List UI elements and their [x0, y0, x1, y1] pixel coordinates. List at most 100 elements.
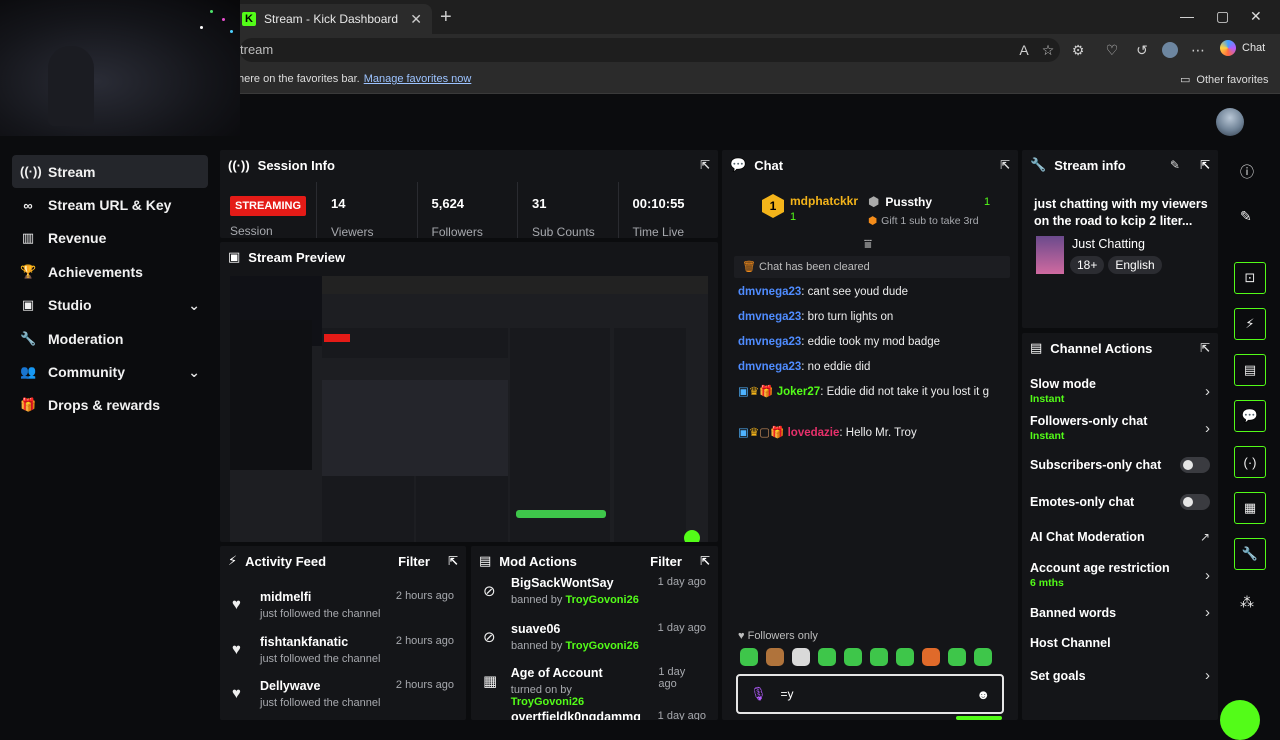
badge-icons: ▣ — [738, 427, 749, 439]
history-icon[interactable]: ↺ — [1134, 42, 1150, 58]
panel-title: Activity Feed — [245, 553, 327, 569]
read-aloud-icon[interactable]: A — [1016, 42, 1032, 58]
expand-leaderboard-icon[interactable]: ⩸ — [864, 236, 872, 252]
popout-icon[interactable]: ⇱ — [1200, 341, 1210, 355]
gift-icon: 🎁 — [20, 397, 37, 413]
edit-icon[interactable]: ✎ — [1170, 158, 1180, 172]
chevron-right-icon: › — [1205, 604, 1210, 621]
favorites-message: here on the favorites bar. Manage favorit… — [238, 73, 472, 85]
set-goals-setting[interactable]: Set goals › — [1030, 667, 1210, 684]
favorite-star-icon[interactable]: ☆ — [1040, 42, 1056, 58]
emoji-icon[interactable]: ☻ — [976, 687, 990, 702]
emote-icon[interactable] — [922, 648, 940, 666]
external-link-icon: ↗ — [1199, 530, 1210, 544]
filter-button[interactable]: Filter — [650, 554, 682, 569]
list-item: ▦ Age of Account turned on by TroyGovoni26… — [483, 666, 686, 708]
wrench-icon[interactable]: 🔧 — [1234, 538, 1266, 570]
panel-title: Stream Preview — [248, 249, 346, 265]
popout-icon[interactable]: ⇱ — [1200, 158, 1210, 172]
new-tab-button[interactable]: + — [440, 6, 452, 29]
chat-bubble-icon[interactable]: 💬 — [1234, 400, 1266, 432]
emote-bar — [740, 648, 992, 666]
status-badge: STREAMING — [230, 196, 306, 216]
chat-message: dmvnega23: no eddie did — [738, 361, 871, 373]
emotes-only-toggle[interactable] — [1180, 494, 1210, 510]
send-button[interactable] — [956, 716, 1002, 720]
account-age-setting[interactable]: Account age restriction 6 mths › — [1030, 561, 1210, 589]
chat-input-value[interactable]: =y — [781, 687, 794, 701]
panel-title: Channel Actions — [1050, 340, 1153, 356]
popout-icon[interactable]: ⇱ — [1000, 158, 1010, 172]
browser-tab[interactable]: K Stream - Kick Dashboard ✕ — [232, 4, 432, 34]
stream-preview-video[interactable] — [230, 276, 708, 542]
emote-icon[interactable] — [792, 648, 810, 666]
chevron-right-icon: › — [1205, 419, 1210, 437]
popout-icon[interactable]: ⇱ — [448, 554, 458, 568]
floating-action-button[interactable] — [1220, 700, 1260, 740]
sidebar-item-revenue[interactable]: ▥ Revenue — [12, 222, 208, 255]
sidebar-item-studio[interactable]: ▣ Studio ⌄ — [12, 289, 208, 322]
emote-icon[interactable] — [740, 648, 758, 666]
rank-2-icon: ⬢ — [868, 194, 880, 209]
slow-mode-setting[interactable]: Slow mode Instant › — [1030, 377, 1210, 405]
popout-icon[interactable]: ⇱ — [700, 554, 710, 568]
user-avatar[interactable] — [1216, 108, 1244, 136]
emote-icon[interactable] — [766, 648, 784, 666]
notes-icon[interactable]: ▤ — [1234, 354, 1266, 386]
subscribers-only-setting: Subscribers-only chat — [1030, 457, 1210, 473]
followers-only-setting[interactable]: Followers-only chat Instant › — [1030, 414, 1210, 442]
emote-icon[interactable] — [948, 648, 966, 666]
close-window-icon[interactable]: ✕ — [1250, 8, 1262, 25]
clipboard-icon: ▤ — [479, 553, 492, 568]
close-tab-icon[interactable]: ✕ — [410, 11, 422, 28]
emote-icon[interactable] — [818, 648, 836, 666]
subscribers-only-toggle[interactable] — [1180, 457, 1210, 473]
sidebar-item-community[interactable]: 👥 Community ⌄ — [12, 355, 208, 388]
sidebar-item-drops-rewards[interactable]: 🎁 Drops & rewards — [12, 389, 208, 422]
minimize-icon[interactable]: — — [1180, 8, 1194, 24]
community-icon[interactable]: ⁂ — [1240, 594, 1254, 611]
url-field[interactable]: tream — [240, 38, 1060, 62]
tab-title: Stream - Kick Dashboard — [264, 12, 399, 26]
chat-input[interactable]: 🎙 =y ☻ — [736, 674, 1004, 714]
maximize-icon[interactable]: ▢ — [1216, 8, 1229, 25]
emote-icon[interactable] — [844, 648, 862, 666]
list-item: ⊘overtfieldk0nqdammg1 day ago — [471, 710, 718, 720]
more-menu-icon[interactable]: ⋯ — [1190, 42, 1206, 58]
copilot-chat-button[interactable]: Chat — [1220, 40, 1265, 56]
emote-icon[interactable] — [870, 648, 888, 666]
capture-icon[interactable]: ⊡ — [1234, 262, 1266, 294]
other-favorites-button[interactable]: ▭ Other favorites — [1180, 73, 1269, 87]
sidebar-item-stream-url-key[interactable]: ∞ Stream URL & Key — [12, 188, 208, 221]
emote-icon[interactable] — [896, 648, 914, 666]
manage-favorites-link[interactable]: Manage favorites now — [364, 73, 472, 85]
mod-actions-panel: ▤ Mod Actions Filter ⇱ ⊘ BigSackWontSay banne… — [471, 546, 718, 720]
stream-info-panel: 🔧 Stream info ✎ ⇱ just chatting with my vie… — [1022, 150, 1218, 328]
info-icon[interactable]: ⓘ — [1240, 162, 1254, 182]
chat-message: ▣♛🎁 Joker27: Eddie did not take it you l… — [738, 386, 989, 398]
host-channel-setting[interactable]: Host Channel — [1030, 636, 1210, 650]
sidebar-item-moderation[interactable]: 🔧 Moderation — [12, 322, 208, 355]
extensions-icon[interactable]: ⚙ — [1070, 42, 1086, 58]
broadcast-icon[interactable]: (·) — [1234, 446, 1266, 478]
sidebar-item-achievements[interactable]: 🏆 Achievements — [12, 255, 208, 288]
ai-moderation-setting[interactable]: AI Chat Moderation ↗ — [1030, 530, 1210, 544]
wrench-icon: 🔧 — [1030, 157, 1047, 172]
mod-queue-icon[interactable]: ▦ — [1234, 492, 1266, 524]
stream-status: STREAMING Session — [220, 182, 316, 238]
panel-title: Session Info — [257, 157, 335, 173]
trash-icon: 🗑 — [742, 261, 756, 273]
category-name: Just Chatting — [1072, 237, 1145, 251]
microphone-icon[interactable]: 🎙 — [750, 686, 767, 702]
edit-icon[interactable]: ✎ — [1240, 208, 1252, 225]
filter-button[interactable]: Filter — [398, 554, 430, 569]
heart-icon: ♥ — [232, 641, 241, 658]
lightning-icon[interactable]: ⚡ — [1234, 308, 1266, 340]
popout-icon[interactable]: ⇱ — [700, 158, 710, 172]
browser-essentials-icon[interactable]: ♡ — [1104, 42, 1120, 58]
emote-icon[interactable] — [974, 648, 992, 666]
webcam-person — [48, 46, 94, 126]
banned-words-setting[interactable]: Banned words › — [1030, 604, 1210, 621]
sidebar-item-stream[interactable]: ((·)) Stream — [12, 155, 208, 189]
profile-avatar-icon[interactable] — [1162, 42, 1178, 58]
